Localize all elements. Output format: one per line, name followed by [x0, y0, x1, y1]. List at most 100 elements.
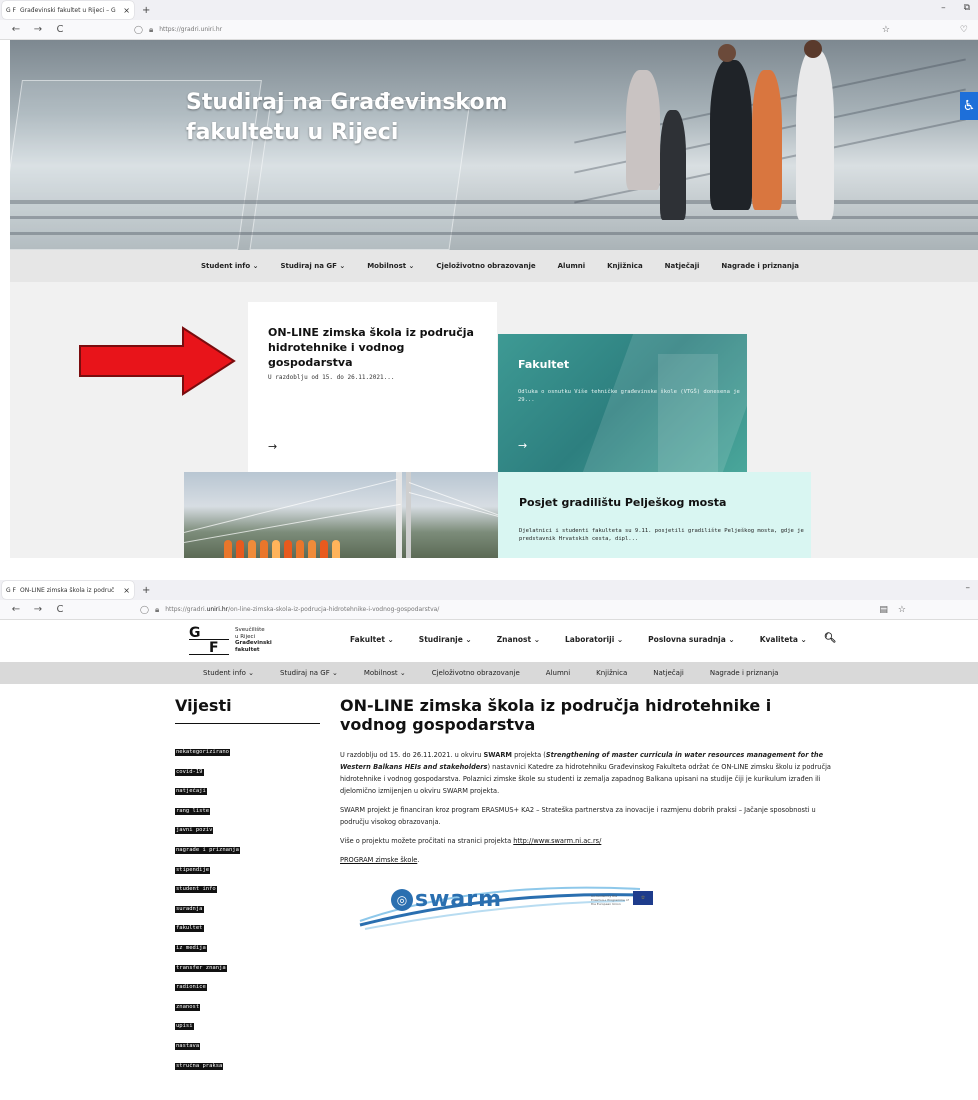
tab-bar: G F Građevinski fakultet u Rijeci – G × …: [0, 0, 978, 20]
nav-item-student-info[interactable]: Student info ⌄: [201, 262, 258, 270]
tag-link[interactable]: student info: [175, 886, 217, 894]
reader-view-icon[interactable]: ▤: [879, 605, 888, 615]
subnav-item-nagrade[interactable]: Nagrade i priznanja: [710, 669, 779, 677]
news-photo-peljesac-bridge[interactable]: [184, 472, 498, 558]
tag-link[interactable]: covid-19: [175, 768, 204, 776]
nav-item-kvaliteta[interactable]: Kvaliteta ⌄: [760, 635, 807, 644]
eu-flag-icon: ☆: [633, 891, 653, 905]
minimize-icon[interactable]: –: [966, 583, 971, 593]
tag-link[interactable]: nastava: [175, 1042, 201, 1050]
tag-link[interactable]: natječaji: [175, 788, 207, 796]
main-nav: Student info ⌄ Studiraj na GF ⌄ Mobilnos…: [10, 250, 978, 282]
close-tab-icon[interactable]: ×: [123, 6, 130, 15]
nav-item-fakultet[interactable]: Fakultet ⌄: [350, 635, 394, 644]
subnav-item-knjiznica[interactable]: Knjižnica: [596, 669, 627, 677]
nav-item-znanost[interactable]: Znanost ⌄: [497, 635, 540, 644]
arrow-right-icon[interactable]: →: [518, 439, 527, 452]
screenshot-separator: [0, 558, 978, 580]
article-title: ON-LINE zimska škola iz područja hidrote…: [340, 696, 772, 734]
subnav-item-student-info[interactable]: Student info ⌄: [203, 669, 254, 677]
url-bar: ← → C ◯ 🔒︎ https://gradri. uniri.hr/on-li…: [0, 600, 978, 620]
nav-item-laboratoriji[interactable]: Laboratoriji ⌄: [565, 635, 623, 644]
nav-item-poslovna-suradnja[interactable]: Poslovna suradnja ⌄: [648, 635, 735, 644]
tag-link[interactable]: javni poziv: [175, 827, 214, 835]
nav-item-mobilnost[interactable]: Mobilnost ⌄: [367, 262, 414, 270]
tab-title: Građevinski fakultet u Rijeci – G: [20, 6, 116, 14]
tag-link[interactable]: nekategorizirano: [175, 749, 230, 756]
lock-icon: 🔒︎: [154, 604, 160, 614]
subnav-item-natjecaji[interactable]: Natječaji: [653, 669, 684, 677]
url-path: /on-line-zimska-skola-iz-podrucja-hidrot…: [228, 606, 440, 613]
browser-tab[interactable]: G F ON-LINE zimska škola iz područ ×: [2, 581, 134, 599]
new-tab-button[interactable]: +: [142, 5, 150, 16]
shield-icon: ◯: [134, 25, 143, 34]
red-annotation-arrow-icon: [79, 326, 236, 396]
tag-link[interactable]: znanost: [175, 1003, 201, 1011]
card-excerpt: U razdoblju od 15. do 26.11.2021...: [268, 374, 395, 381]
nav-item-natjecaji[interactable]: Natječaji: [665, 262, 700, 270]
lock-icon: 🔒︎: [148, 24, 154, 34]
reload-icon[interactable]: C: [54, 604, 66, 615]
nav-item-nagrade[interactable]: Nagrade i priznanja: [721, 262, 799, 270]
swarm-website-link[interactable]: http://www.swarm.ni.ac.rs/: [513, 837, 601, 845]
faculty-logo[interactable]: G F Sveučilište u Rijeci Građevinski fak…: [189, 625, 279, 656]
pocket-icon[interactable]: ♡: [960, 25, 968, 35]
new-tab-button[interactable]: +: [142, 585, 150, 596]
swarm-logo: ◎ swarm Co-funded by the Erasmus+ Progra…: [355, 873, 655, 943]
address-field[interactable]: ◯ 🔒︎ https://gradri.uniri.hr: [134, 25, 222, 35]
back-icon[interactable]: ←: [10, 24, 22, 35]
nav-item-alumni[interactable]: Alumni: [558, 262, 585, 270]
nav-item-studiraj[interactable]: Studiraj na GF ⌄: [280, 262, 345, 270]
p3-text: Više o projektu možete pročitati na stra…: [340, 837, 514, 845]
news-card-fakultet[interactable]: Fakultet Odluka o osnutku Više tehničke …: [498, 334, 747, 472]
logo-line-4: fakultet: [235, 646, 260, 653]
tag-link[interactable]: fakultet: [175, 925, 204, 933]
restore-icon[interactable]: ⧉: [964, 3, 970, 13]
tag-link[interactable]: nagrade i priznanja: [175, 846, 240, 854]
p1-text-b: projekta (: [511, 751, 546, 759]
address-field[interactable]: ◯ 🔒︎ https://gradri. uniri.hr/on-line-zim…: [140, 605, 439, 615]
back-icon[interactable]: ←: [10, 604, 22, 615]
tag-link[interactable]: iz medija: [175, 944, 207, 952]
url-domain: uniri.hr: [206, 606, 229, 613]
subnav-item-studiraj[interactable]: Studiraj na GF ⌄: [280, 669, 338, 677]
tag-link[interactable]: stručna praksa: [175, 1062, 224, 1070]
tab-title: ON-LINE zimska škola iz područ: [20, 586, 115, 594]
tag-link[interactable]: stipendije: [175, 866, 211, 874]
star-icon[interactable]: ☆: [898, 605, 906, 615]
screenshot-article: G F ON-LINE zimska škola iz područ × + –…: [0, 580, 978, 1100]
minimize-icon[interactable]: –: [941, 3, 946, 13]
forward-icon[interactable]: →: [32, 604, 44, 615]
favicon-icon: G F: [6, 586, 17, 594]
subnav-item-mobilnost[interactable]: Mobilnost ⌄: [364, 669, 406, 677]
tag-link[interactable]: rang liste: [175, 807, 211, 815]
search-icon[interactable]: 🔍︎: [824, 633, 837, 644]
star-icon[interactable]: ☆: [882, 25, 890, 35]
accessibility-icon[interactable]: ♿: [960, 92, 978, 120]
arrow-right-icon[interactable]: →: [268, 440, 277, 453]
logo-text: Sveučilište u Rijeci Građevinski fakulte…: [235, 627, 272, 653]
nav-item-knjiznica[interactable]: Knjižnica: [607, 262, 643, 270]
swarm-drop-icon: ◎: [391, 889, 413, 911]
reload-icon[interactable]: C: [54, 24, 66, 35]
tag-link[interactable]: transfer znanja: [175, 964, 227, 972]
swarm-wordmark: swarm: [415, 887, 503, 912]
browser-tab[interactable]: G F Građevinski fakultet u Rijeci – G ×: [2, 1, 134, 19]
subnav-item-alumni[interactable]: Alumni: [546, 669, 570, 677]
forward-icon[interactable]: →: [32, 24, 44, 35]
nav-item-cjelozivotno[interactable]: Cjeloživotno obrazovanje: [436, 262, 535, 270]
card-title: Fakultet: [518, 358, 570, 371]
subnav-item-cjelozivotno[interactable]: Cjeloživotno obrazovanje: [432, 669, 520, 677]
card-excerpt: Djelatnici i studenti fakulteta su 9.11.…: [519, 528, 804, 542]
program-link[interactable]: PROGRAM zimske škole: [340, 856, 417, 864]
news-card-peljesac[interactable]: Posjet gradilištu Pelješkog mosta Djelat…: [498, 472, 811, 558]
news-card-zimska-skola[interactable]: ON-LINE zimska škola iz područja hidrote…: [248, 302, 497, 472]
tag-link[interactable]: upisi: [175, 1023, 194, 1031]
close-tab-icon[interactable]: ×: [123, 586, 130, 595]
nav-item-studiranje[interactable]: Studiranje ⌄: [419, 635, 472, 644]
toolbar-right: ☆ ♡: [882, 25, 968, 35]
tag-link[interactable]: radionice: [175, 984, 207, 992]
tag-link[interactable]: suradnja: [175, 905, 204, 913]
secondary-nav: Student info ⌄ Studiraj na GF ⌄ Mobilnos…: [0, 662, 978, 684]
p1-text-a: U razdoblju od 15. do 26.11.2021. u okvi…: [340, 751, 484, 759]
